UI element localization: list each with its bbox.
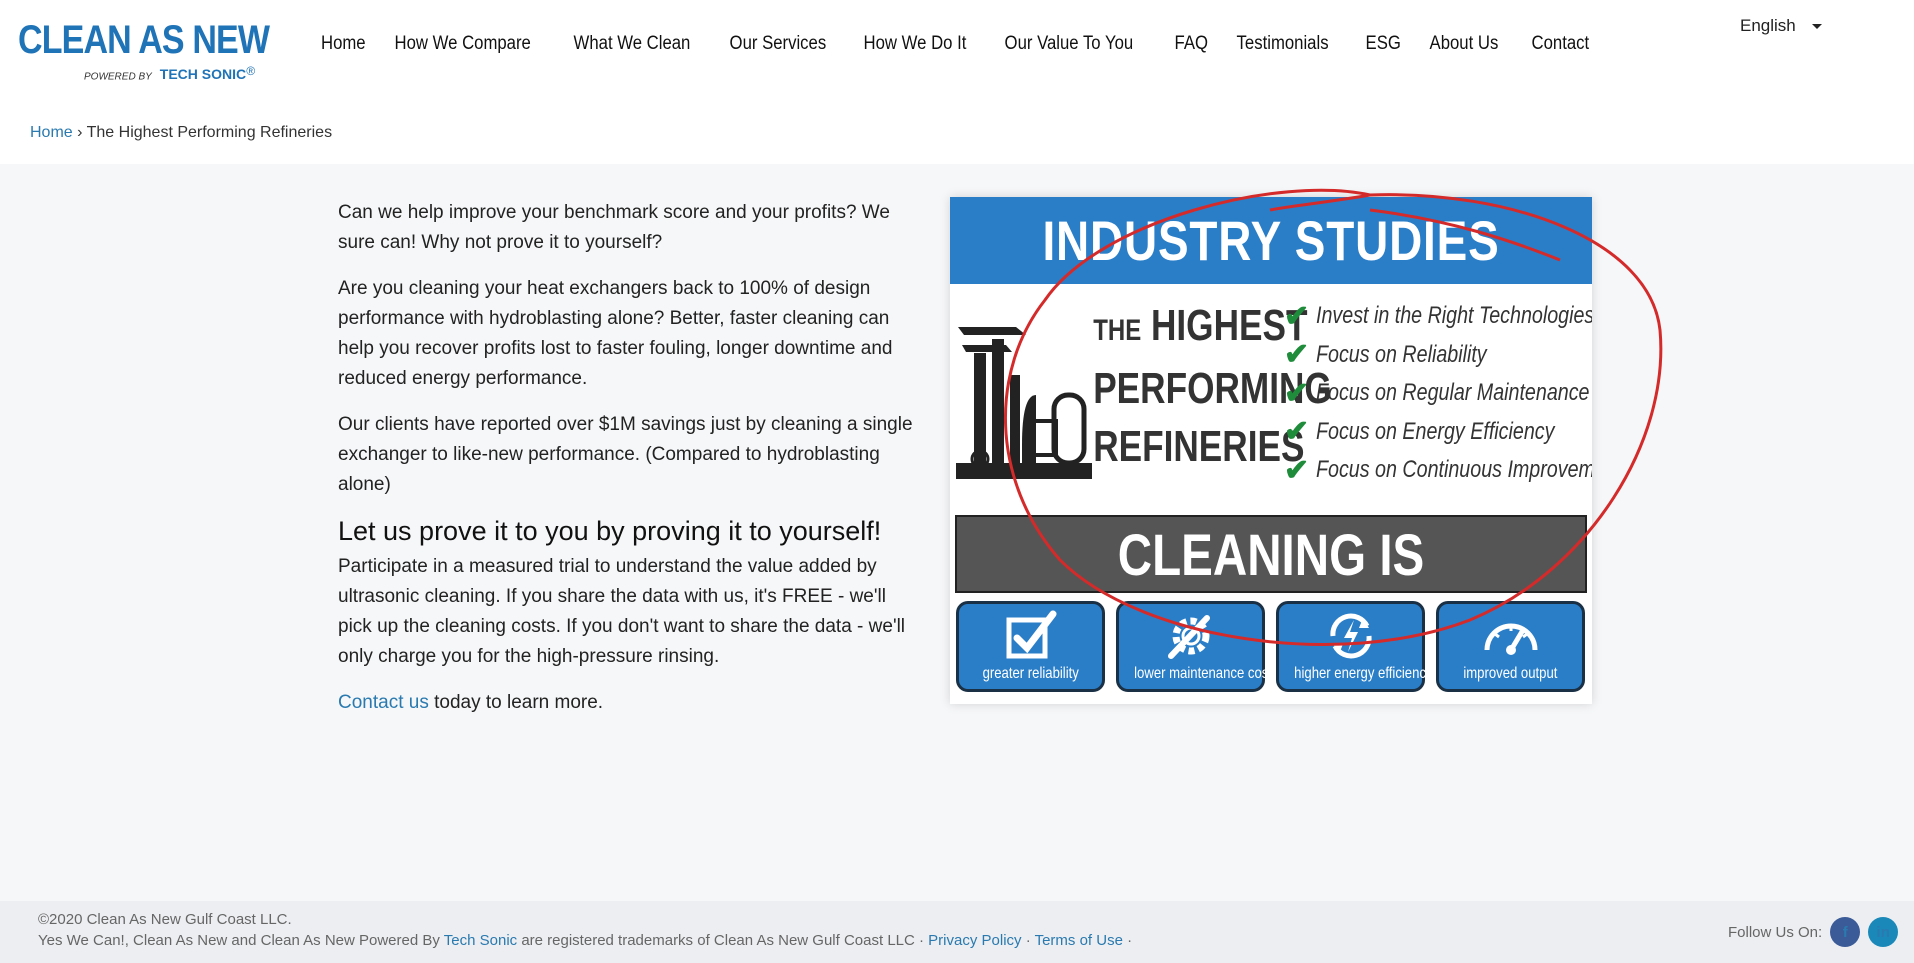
check-label: Focus on Regular Maintenance bbox=[1316, 379, 1590, 407]
nav-what-we-clean[interactable]: What We Clean bbox=[563, 30, 701, 58]
contact-suffix: today to learn more. bbox=[428, 692, 604, 713]
nav-how-we-compare[interactable]: How We Compare bbox=[384, 30, 541, 58]
check-label: Focus on Energy Efficiency bbox=[1316, 417, 1555, 445]
facebook-icon[interactable]: f bbox=[1830, 917, 1861, 947]
site-footer: ©2020 Clean As New Gulf Coast LLC. Yes W… bbox=[0, 901, 1914, 963]
industry-studies-infographic: INDUSTRY STUDIES SHOW THE HIGHEST PERFOR… bbox=[950, 197, 1592, 704]
breadcrumb-home-link[interactable]: Home bbox=[30, 124, 73, 141]
benefit-label: higher energy efficiency bbox=[1279, 665, 1432, 683]
main-content: Can we help improve your benchmark score… bbox=[338, 198, 924, 734]
check-item: ✔ Focus on Reliability bbox=[1284, 336, 1592, 375]
title-the: THE bbox=[1093, 314, 1142, 347]
nav-esg[interactable]: ESG bbox=[1355, 30, 1411, 58]
follow-label: Follow Us On: bbox=[1728, 923, 1823, 941]
check-item: ✔ Focus on Continuous Improvement bbox=[1284, 451, 1592, 490]
benefit-label-text: higher energy efficiency bbox=[1294, 665, 1433, 682]
tech-sonic-label: Tech Sonic bbox=[159, 66, 247, 83]
breadcrumb-separator: › bbox=[77, 124, 83, 141]
caret-down-icon bbox=[1811, 23, 1822, 29]
main-nav: Home How We Compare What We Clean Our Se… bbox=[321, 30, 1610, 58]
nav-home[interactable]: Home bbox=[321, 30, 376, 58]
checkmark-icon: ✔ bbox=[1284, 299, 1310, 333]
title-refineries: REFINERIES bbox=[1093, 422, 1305, 471]
nav-our-value[interactable]: Our Value To You bbox=[994, 30, 1144, 58]
infographic-banner: INDUSTRY STUDIES SHOW bbox=[950, 197, 1592, 359]
check-item: ✔ Invest in the Right Technologies bbox=[1284, 297, 1592, 336]
registered-mark: ® bbox=[246, 64, 255, 78]
checklist: ✔ Invest in the Right Technologies ✔ Focus… bbox=[1284, 297, 1592, 490]
nav-contact[interactable]: Contact bbox=[1521, 30, 1600, 58]
nav-about-us[interactable]: About Us bbox=[1419, 30, 1509, 58]
benefit-label: greater reliability bbox=[959, 665, 1102, 683]
gear-wrench-icon bbox=[1167, 615, 1210, 659]
benefit-label: lower maintenance cost bbox=[1119, 665, 1272, 683]
trademark-prefix: Yes We Can!, Clean As New and Clean As N… bbox=[38, 932, 444, 949]
tech-sonic-link[interactable]: Tech Sonic bbox=[444, 932, 517, 949]
prove-it-heading: Let us prove it to you by proving it to … bbox=[338, 516, 882, 546]
checkmark-icon: ✔ bbox=[1284, 415, 1310, 449]
nav-faq[interactable]: FAQ bbox=[1164, 30, 1219, 58]
footer-end-dot: · bbox=[1122, 932, 1133, 949]
benefit-label-text: improved output bbox=[1463, 665, 1558, 682]
check-item: ✔ Focus on Regular Maintenance bbox=[1284, 374, 1592, 413]
language-selector[interactable]: English bbox=[1740, 16, 1822, 36]
checkmark-icon: ✔ bbox=[1284, 453, 1310, 487]
nav-our-services[interactable]: Our Services bbox=[719, 30, 837, 58]
privacy-policy-link[interactable]: Privacy Policy bbox=[928, 932, 1021, 949]
breadcrumb-current: The Highest Performing Refineries bbox=[86, 124, 333, 141]
benefit-maintenance: lower maintenance cost bbox=[1116, 601, 1272, 692]
powered-by-label: POWERED BY bbox=[84, 71, 152, 83]
copyright: ©2020 Clean As New Gulf Coast LLC. bbox=[38, 911, 292, 928]
contact-us-link[interactable]: Contact us bbox=[338, 692, 429, 713]
benefit-energy: higher energy efficiency bbox=[1276, 601, 1433, 692]
benefit-output: improved output bbox=[1436, 601, 1585, 692]
breadcrumb: Home › The Highest Performing Refineries bbox=[30, 124, 332, 142]
language-label: English bbox=[1740, 16, 1796, 35]
logo-wordmark: Clean As New bbox=[18, 18, 270, 62]
benefit-label: improved output bbox=[1439, 665, 1582, 683]
gauge-icon bbox=[1484, 623, 1537, 655]
title-performing: PERFORMING bbox=[1093, 364, 1332, 413]
benefit-label-text: lower maintenance cost bbox=[1134, 665, 1272, 682]
terms-of-use-link[interactable]: Terms of Use bbox=[1035, 932, 1123, 949]
site-header: Clean As New POWERED BY Tech Sonic® Home … bbox=[0, 0, 1914, 164]
check-label: Focus on Continuous Improvement bbox=[1316, 456, 1592, 484]
footer-dot: · bbox=[1021, 932, 1035, 949]
check-label: Invest in the Right Technologies bbox=[1316, 302, 1592, 330]
benefit-reliability: greater reliability bbox=[956, 601, 1105, 692]
check-label: Focus on Reliability bbox=[1316, 340, 1487, 368]
nav-testimonials[interactable]: Testimonials bbox=[1226, 30, 1339, 58]
check-item: ✔ Focus on Energy Efficiency bbox=[1284, 413, 1592, 452]
intro-paragraph: Can we help improve your benchmark score… bbox=[338, 202, 890, 253]
energy-cycle-icon bbox=[1329, 613, 1372, 659]
savings-paragraph: Our clients have reported over $1M savin… bbox=[338, 414, 913, 495]
cleaning-is-believing-banner: CLEANING IS BELIEVING bbox=[955, 515, 1587, 666]
checkmark-icon: ✔ bbox=[1284, 338, 1310, 372]
linkedin-icon[interactable]: in bbox=[1868, 917, 1899, 947]
hydroblasting-paragraph: Are you cleaning your heat exchangers ba… bbox=[338, 278, 893, 389]
highest-performing-title: THE HIGHEST PERFORMING REFINERIES bbox=[1050, 297, 1332, 476]
clean-as-new-logo[interactable]: Clean As New POWERED BY Tech Sonic® bbox=[18, 18, 270, 84]
contact-paragraph: Contact us today to learn more. bbox=[338, 688, 924, 718]
checkbox-icon bbox=[1006, 610, 1056, 659]
logo-powered-by: POWERED BY Tech Sonic® bbox=[84, 64, 255, 82]
nav-how-we-do-it[interactable]: How We Do It bbox=[853, 30, 977, 58]
checkmark-icon: ✔ bbox=[1284, 376, 1310, 410]
trial-paragraph: Participate in a measured trial to under… bbox=[338, 556, 906, 667]
follow-us: Follow Us On: f in bbox=[1728, 917, 1899, 947]
trademark-line: Yes We Can!, Clean As New and Clean As N… bbox=[38, 932, 1132, 949]
trademark-suffix: are registered trademarks of Clean As Ne… bbox=[517, 932, 929, 949]
benefit-label-text: greater reliability bbox=[982, 665, 1079, 682]
benefit-tiles: greater reliability lower maintenance co… bbox=[956, 601, 1585, 692]
